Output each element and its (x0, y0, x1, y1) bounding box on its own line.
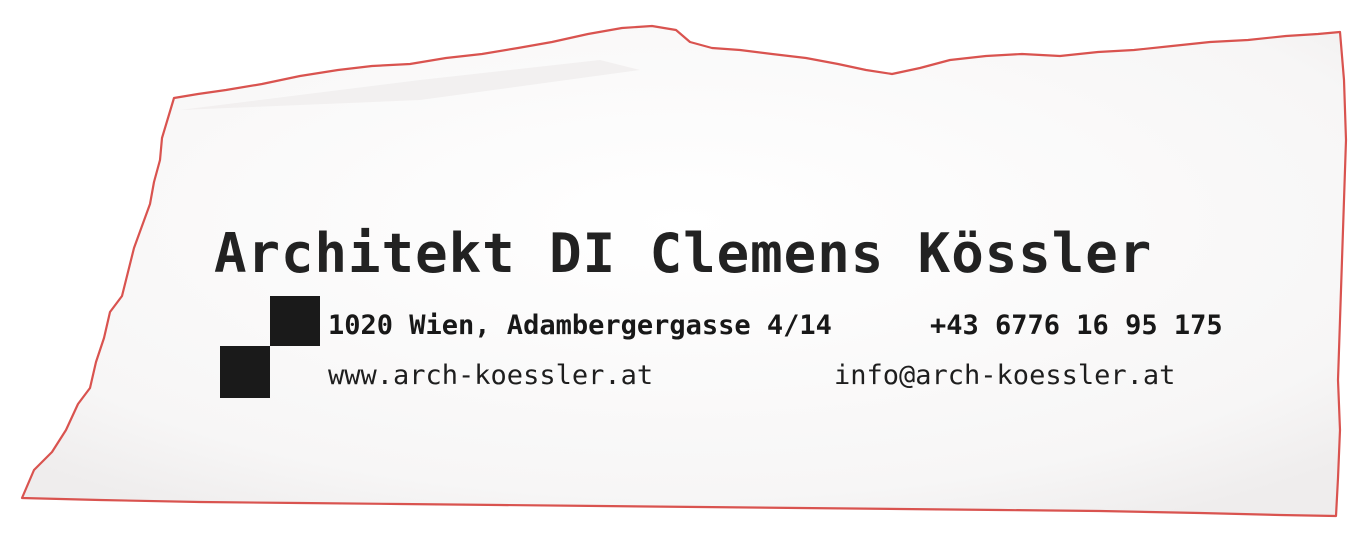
email-address: info@arch-koessler.at (834, 360, 1176, 391)
architect-name-title: Architekt DI Clemens Kössler (214, 222, 1153, 285)
postal-address: 1020 Wien, Adambergergasse 4/14 (328, 310, 832, 341)
scanned-business-card-photo: Architekt DI Clemens Kössler 1020 Wien, … (0, 0, 1368, 534)
website-url: www.arch-koessler.at (328, 360, 654, 391)
phone-number: +43 6776 16 95 175 (930, 310, 1223, 341)
